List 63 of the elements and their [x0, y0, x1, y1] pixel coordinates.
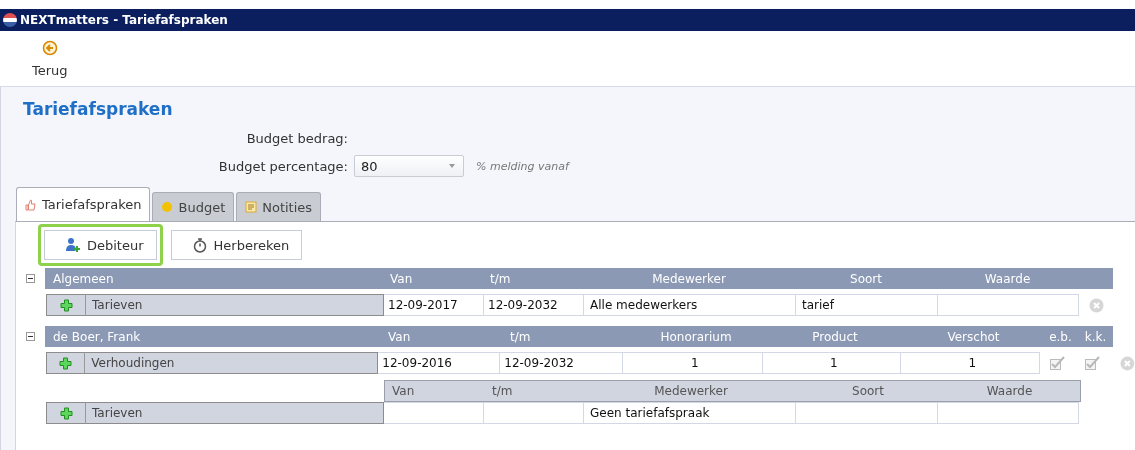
stopwatch-icon: [191, 237, 208, 253]
checkbox[interactable]: [1084, 356, 1101, 370]
column-header: Waarde: [983, 271, 1032, 286]
column-header: t/m: [491, 384, 514, 398]
table-cell: 12-09-2017: [384, 294, 484, 316]
column-header: Van: [391, 384, 416, 398]
add-button[interactable]: [46, 294, 86, 316]
field-label: Budget bedrag:: [245, 130, 348, 146]
table-cell: 1: [763, 352, 902, 374]
add-button[interactable]: [46, 402, 86, 424]
collapse-toggle[interactable]: [26, 332, 35, 341]
column-header: Product: [811, 329, 859, 344]
column-header: t/m: [489, 271, 512, 286]
percentage-dropdown[interactable]: 80: [354, 155, 464, 177]
remove-icon[interactable]: [1120, 355, 1135, 371]
action-button[interactable]: Debiteur: [44, 230, 157, 260]
tab[interactable]: Notities: [236, 192, 322, 221]
column-header: Medewerker: [651, 271, 727, 286]
remove-icon[interactable]: [1089, 297, 1104, 313]
add-button[interactable]: [46, 352, 86, 374]
column-header: e.b.: [1048, 329, 1073, 344]
field-label: Budget percentage:: [217, 158, 348, 174]
table-cell: 12-09-2032: [500, 352, 624, 374]
tab[interactable]: Budget: [152, 192, 235, 221]
table-cell: Geen tariefafspraak: [584, 402, 796, 424]
plus-icon: [59, 298, 73, 312]
plus-icon: [59, 356, 73, 370]
table-cell: tarief: [796, 294, 938, 316]
collapse-toggle[interactable]: [26, 274, 35, 283]
table-cell: 1: [623, 352, 764, 374]
dropdown-caret-icon: [449, 164, 455, 168]
window-title: NEXTmatters - Tariefafspraken: [20, 13, 228, 27]
column-header: Medewerker: [653, 384, 729, 398]
row-label: Tarieven: [86, 294, 384, 316]
row-label: Verhoudingen: [85, 352, 379, 374]
column-header: k.k.: [1083, 329, 1108, 344]
column-header: Van: [389, 271, 414, 286]
column-header: Verschot: [946, 329, 1001, 344]
action-button[interactable]: Herbereken: [170, 230, 303, 260]
tab[interactable]: Tariefafspraken: [16, 187, 151, 221]
flag-icon: [3, 13, 17, 27]
checkbox[interactable]: [1049, 356, 1066, 370]
page-heading: Tariefafspraken: [22, 98, 174, 121]
plus-icon: [59, 406, 73, 420]
column-header: Waarde: [985, 384, 1034, 398]
note-icon: [245, 201, 258, 213]
group-name: Algemeen: [52, 271, 115, 286]
thumbs-up-icon: [25, 198, 37, 211]
group-name: de Boer, Frank: [52, 329, 142, 344]
dot-icon: [161, 201, 174, 213]
column-header: Soort: [849, 271, 883, 286]
add-person-icon: [65, 237, 81, 253]
table-cell: Alle medewerkers: [584, 294, 796, 316]
back-button[interactable]: Terug: [32, 39, 68, 78]
table-cell: 1: [901, 352, 1041, 374]
table-cell: 12-09-2032: [484, 294, 584, 316]
column-header: t/m: [509, 329, 532, 344]
table-cell: 12-09-2016: [378, 352, 501, 374]
column-header: Van: [387, 329, 412, 344]
column-header: Soort: [851, 384, 885, 398]
hint-text: % melding vanaf: [476, 159, 569, 173]
row-label: Tarieven: [86, 402, 384, 424]
column-header: Honorarium: [659, 329, 733, 344]
